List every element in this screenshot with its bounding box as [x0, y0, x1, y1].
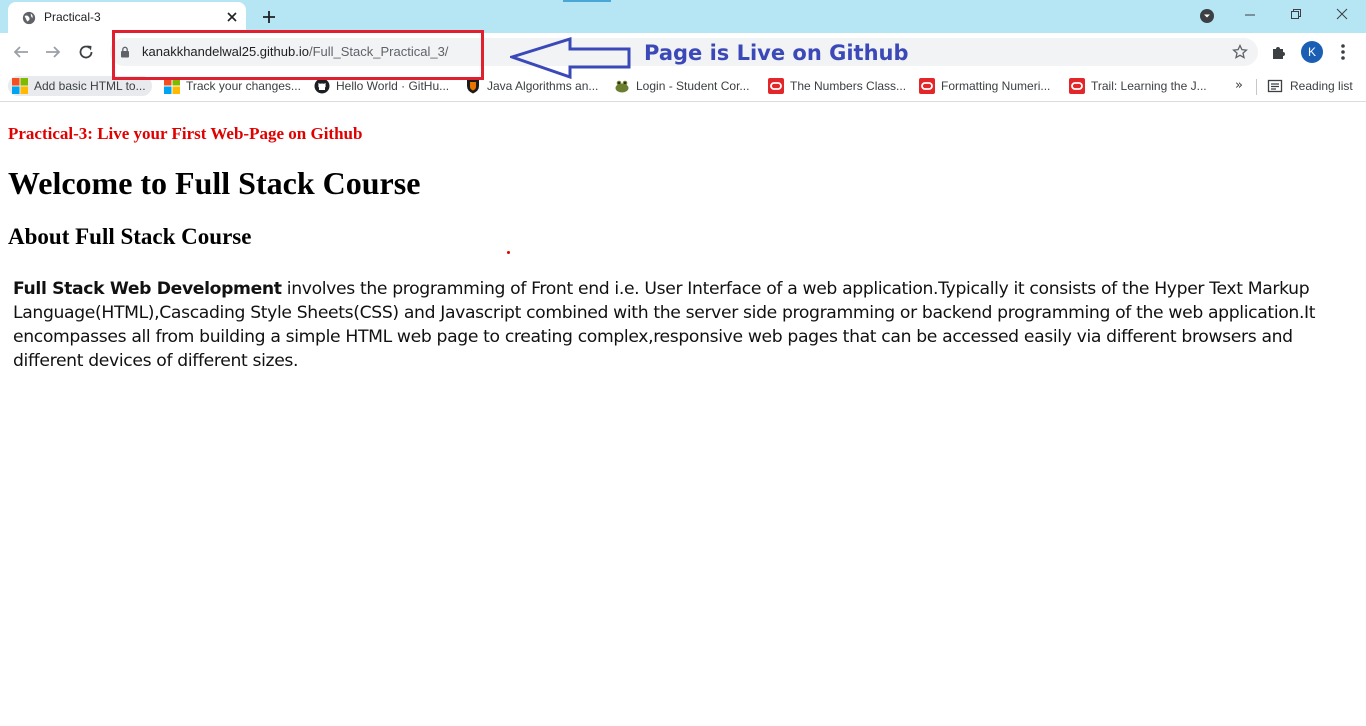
bookmark-item[interactable]: Hello World · GitHu... [314, 76, 449, 96]
bookmark-item[interactable]: Trail: Learning the J... [1069, 76, 1207, 96]
forward-arrow-icon[interactable] [44, 43, 62, 61]
window-close-icon[interactable] [1336, 8, 1348, 20]
bookmark-label: Login - Student Cor... [636, 79, 750, 93]
oracle-icon [1069, 78, 1085, 94]
bookmark-item[interactable]: Track your changes... [164, 76, 301, 96]
url-path: /Full_Stack_Practical_3/ [308, 44, 449, 59]
bookmark-item[interactable]: Formatting Numeri... [919, 76, 1050, 96]
github-icon [314, 78, 330, 94]
extensions-puzzle-icon[interactable] [1270, 43, 1288, 61]
frog-icon [615, 80, 629, 93]
bookmarks-divider [1256, 79, 1257, 95]
bookmark-label: Java Algorithms an... [487, 79, 599, 93]
bookmarks-overflow-button[interactable]: » [1235, 78, 1243, 93]
reading-list-button[interactable]: Reading list [1267, 76, 1353, 96]
reload-icon[interactable] [77, 43, 95, 61]
close-icon[interactable] [226, 11, 238, 23]
restore-icon[interactable] [1290, 8, 1302, 20]
bookmarks-bar: Add basic HTML to... Track your changes.… [0, 71, 1366, 102]
oracle-icon [919, 78, 935, 94]
practical-heading: Practical-3: Live your First Web-Page on… [8, 124, 363, 143]
globe-icon [22, 11, 36, 25]
bookmark-label: Add basic HTML to... [34, 79, 146, 93]
tab-strip: Practical-3 [0, 0, 1366, 33]
stray-dot [507, 251, 510, 254]
bookmark-item[interactable]: Login - Student Cor... [614, 76, 749, 96]
url-text: kanakkhandelwal25.github.io/Full_Stack_P… [142, 44, 448, 59]
bookmark-label: Hello World · GitHu... [336, 79, 450, 93]
url-host: kanakkhandelwal25.github.io [142, 44, 309, 59]
tab-strip-highlight [563, 0, 611, 2]
new-tab-plus-icon[interactable] [261, 9, 277, 25]
description-bold-lead: Full Stack Web Development [13, 279, 282, 299]
left-arrow-annotation-icon [510, 37, 631, 79]
bookmark-item[interactable]: The Numbers Class... [768, 76, 906, 96]
minimize-icon[interactable] [1244, 8, 1256, 20]
back-arrow-icon[interactable] [12, 43, 30, 61]
reading-list-icon [1267, 79, 1283, 93]
tab-search-icon[interactable] [1200, 9, 1214, 23]
course-description: Full Stack Web Development involves the … [13, 277, 1333, 373]
bookmark-label: Formatting Numeri... [941, 79, 1051, 93]
oracle-icon [768, 78, 784, 94]
annotation-callout: Page is Live on Github [644, 41, 909, 65]
main-heading: Welcome to Full Stack Course [8, 165, 421, 201]
page-content: Practical-3: Live your First Web-Page on… [0, 102, 1366, 726]
menu-kebab-icon[interactable] [1340, 43, 1346, 61]
princeton-icon [467, 79, 479, 94]
reading-list-label: Reading list [1290, 79, 1353, 93]
microsoft-icon [12, 78, 28, 94]
microsoft-icon [164, 78, 180, 94]
lock-icon[interactable] [120, 46, 130, 58]
tab-practical-3[interactable]: Practical-3 [8, 2, 246, 33]
bookmark-item[interactable]: Java Algorithms an... [465, 76, 598, 96]
bookmark-label: Track your changes... [186, 79, 301, 93]
bookmark-item[interactable]: Add basic HTML to... [8, 76, 152, 96]
bookmark-label: The Numbers Class... [790, 79, 907, 93]
sub-heading: About Full Stack Course [8, 224, 252, 249]
profile-avatar[interactable]: K [1301, 41, 1323, 63]
bookmark-label: Trail: Learning the J... [1091, 79, 1207, 93]
tab-title: Practical-3 [44, 10, 101, 24]
star-icon[interactable] [1232, 44, 1248, 60]
